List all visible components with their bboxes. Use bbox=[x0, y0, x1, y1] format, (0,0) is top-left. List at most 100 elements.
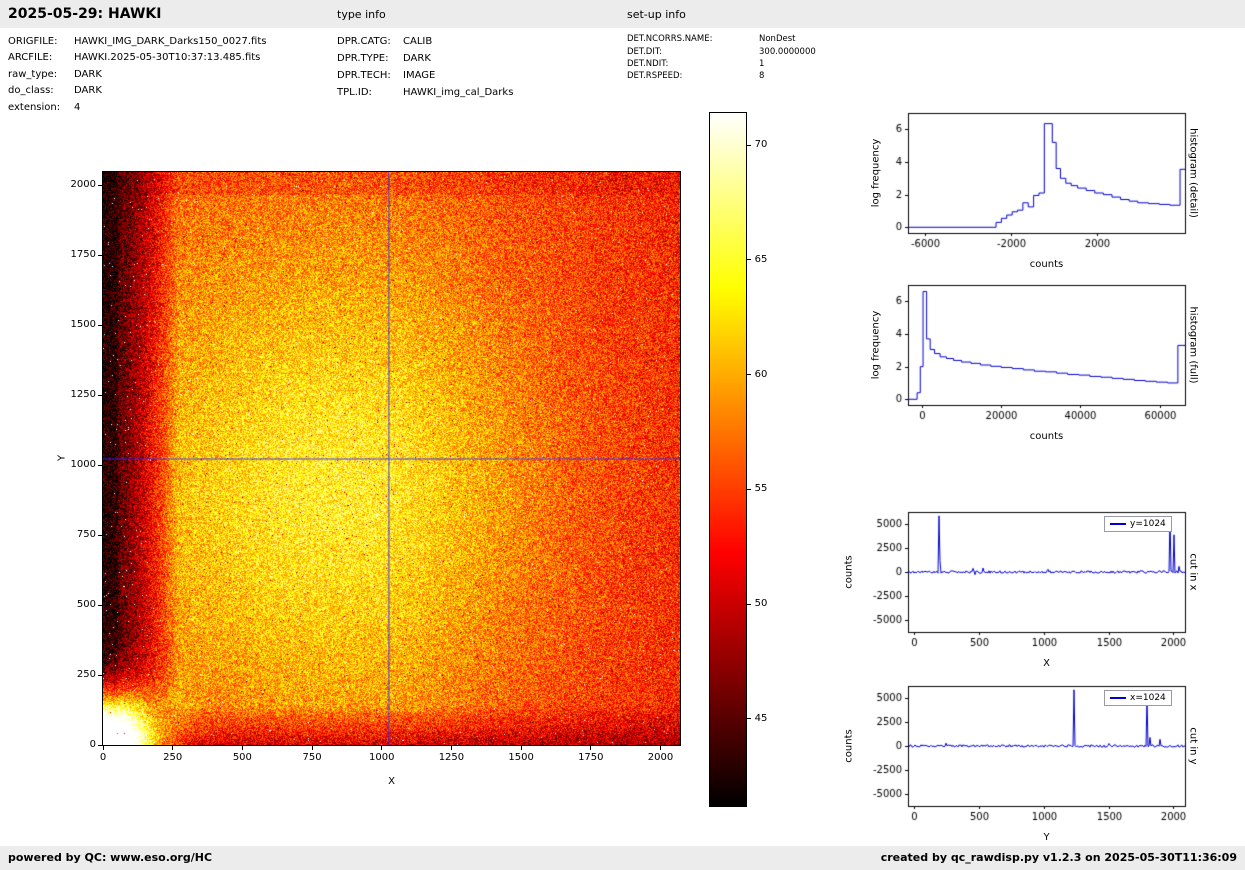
main-y-tick-label: 2000 bbox=[58, 179, 96, 190]
main-x-tick-label: 1750 bbox=[578, 752, 603, 763]
setup-info-row: DET.NDIT:1 bbox=[627, 59, 764, 69]
main-x-tick-label: 1250 bbox=[439, 752, 464, 763]
hist-full-xlabel: counts bbox=[908, 431, 1185, 442]
legend-line-sample bbox=[1110, 697, 1126, 699]
field-label: DPR.CATG: bbox=[337, 36, 403, 47]
dark-frame-image bbox=[103, 172, 680, 745]
field-value: HAWKI_IMG_DARK_Darks150_0027.fits bbox=[74, 36, 267, 47]
setup-info-heading: set-up info bbox=[627, 8, 686, 21]
type-info-row: DPR.TECH:IMAGE bbox=[337, 70, 435, 81]
main-y-tick bbox=[98, 395, 102, 396]
main-x-tick bbox=[590, 746, 591, 750]
colorbar-tick-label: 60 bbox=[755, 369, 768, 380]
colorbar-tick bbox=[747, 718, 751, 719]
main-y-tick-label: 1000 bbox=[58, 459, 96, 470]
field-label: DPR.TECH: bbox=[337, 70, 403, 81]
main-y-tick-label: 1500 bbox=[58, 319, 96, 330]
hist-detail-xlabel: counts bbox=[908, 259, 1185, 270]
cut-y-xlabel: Y bbox=[908, 832, 1185, 843]
main-y-tick-label: 0 bbox=[58, 739, 96, 750]
main-y-tick-label: 500 bbox=[58, 599, 96, 610]
legend-label: x=1024 bbox=[1130, 692, 1166, 704]
field-value: DARK bbox=[403, 53, 431, 64]
colorbar bbox=[710, 113, 746, 806]
type-info-row: TPL.ID:HAWKI_img_cal_Darks bbox=[337, 87, 513, 98]
main-x-tick-label: 500 bbox=[233, 752, 252, 763]
setup-info-row: DET.DIT:300.0000000 bbox=[627, 47, 816, 57]
setup-info-row: DET.NCORRS.NAME:NonDest bbox=[627, 34, 795, 44]
field-value: DARK bbox=[74, 85, 102, 96]
main-x-tick bbox=[312, 746, 313, 750]
header-bar bbox=[0, 0, 1245, 28]
legend-label: y=1024 bbox=[1130, 518, 1166, 530]
cut-y-ylabel: counts bbox=[844, 729, 855, 762]
main-y-tick bbox=[98, 605, 102, 606]
cut-x-xlabel: X bbox=[908, 658, 1185, 669]
main-x-tick-label: 0 bbox=[100, 752, 106, 763]
main-x-tick bbox=[242, 746, 243, 750]
type-info-heading: type info bbox=[337, 8, 386, 21]
main-y-tick bbox=[98, 675, 102, 676]
main-x-tick-label: 750 bbox=[303, 752, 322, 763]
field-label: DPR.TYPE: bbox=[337, 53, 403, 64]
field-value: DARK bbox=[74, 69, 102, 80]
main-x-tick bbox=[172, 746, 173, 750]
colorbar-tick-label: 55 bbox=[755, 483, 768, 494]
cut-x-side-label: cut in x bbox=[1188, 553, 1199, 590]
field-label: TPL.ID: bbox=[337, 87, 403, 98]
colorbar-tick bbox=[747, 145, 751, 146]
field-label: DET.NDIT: bbox=[627, 59, 759, 69]
main-x-tick bbox=[381, 746, 382, 750]
main-y-tick-label: 250 bbox=[58, 669, 96, 680]
page-title: 2025-05-29: HAWKI bbox=[8, 6, 161, 22]
field-value: 1 bbox=[759, 59, 764, 69]
field-value: 300.0000000 bbox=[759, 47, 816, 57]
colorbar-tick-label: 65 bbox=[755, 254, 768, 265]
hist-full-ylabel: log frequency bbox=[871, 311, 882, 380]
main-y-tick bbox=[98, 745, 102, 746]
file-info-row: extension:4 bbox=[8, 102, 80, 113]
hist-detail-side-label: histogram (detail) bbox=[1188, 128, 1199, 218]
field-label: do_class: bbox=[8, 85, 74, 96]
colorbar-tick bbox=[747, 604, 751, 605]
setup-info-row: DET.RSPEED:8 bbox=[627, 71, 764, 81]
field-label: ARCFILE: bbox=[8, 52, 74, 63]
field-value: CALIB bbox=[403, 36, 432, 47]
colorbar-tick-label: 50 bbox=[755, 598, 768, 609]
colorbar-tick bbox=[747, 489, 751, 490]
type-info-row: DPR.TYPE:DARK bbox=[337, 53, 431, 64]
main-y-tick-label: 750 bbox=[58, 529, 96, 540]
qc-report-page: 2025-05-29: HAWKI type info set-up info … bbox=[0, 0, 1245, 870]
histogram-detail-chart bbox=[853, 105, 1193, 265]
main-x-tick bbox=[451, 746, 452, 750]
field-label: ORIGFILE: bbox=[8, 36, 74, 47]
main-x-tick-label: 1000 bbox=[369, 752, 394, 763]
main-y-tick-label: 1750 bbox=[58, 249, 96, 260]
type-info-row: DPR.CATG:CALIB bbox=[337, 36, 432, 47]
field-value: HAWKI.2025-05-30T10:37:13.485.fits bbox=[74, 52, 260, 63]
histogram-full-chart bbox=[853, 277, 1193, 437]
colorbar-tick bbox=[747, 259, 751, 260]
field-value: HAWKI_img_cal_Darks bbox=[403, 87, 513, 98]
field-value: NonDest bbox=[759, 34, 795, 44]
main-xlabel: X bbox=[103, 776, 680, 787]
main-y-tick bbox=[98, 185, 102, 186]
colorbar-tick bbox=[747, 374, 751, 375]
main-y-tick-label: 1250 bbox=[58, 389, 96, 400]
colorbar-tick-label: 70 bbox=[755, 139, 768, 150]
file-info-row: do_class:DARK bbox=[8, 85, 102, 96]
field-label: DET.NCORRS.NAME: bbox=[627, 34, 759, 44]
main-x-tick bbox=[103, 746, 104, 750]
footer-right-text: created by qc_rawdisp.py v1.2.3 on 2025-… bbox=[881, 851, 1237, 864]
footer-left-text: powered by QC: www.eso.org/HC bbox=[8, 851, 212, 864]
file-info-row: raw_type:DARK bbox=[8, 69, 102, 80]
field-label: extension: bbox=[8, 102, 74, 113]
main-y-tick bbox=[98, 255, 102, 256]
cut-y-legend: x=1024 bbox=[1104, 690, 1172, 706]
field-value: 4 bbox=[74, 102, 80, 113]
colorbar-tick-label: 45 bbox=[755, 713, 768, 724]
file-info-row: ARCFILE:HAWKI.2025-05-30T10:37:13.485.fi… bbox=[8, 52, 260, 63]
main-x-tick-label: 250 bbox=[163, 752, 182, 763]
main-x-tick bbox=[521, 746, 522, 750]
main-x-tick bbox=[660, 746, 661, 750]
